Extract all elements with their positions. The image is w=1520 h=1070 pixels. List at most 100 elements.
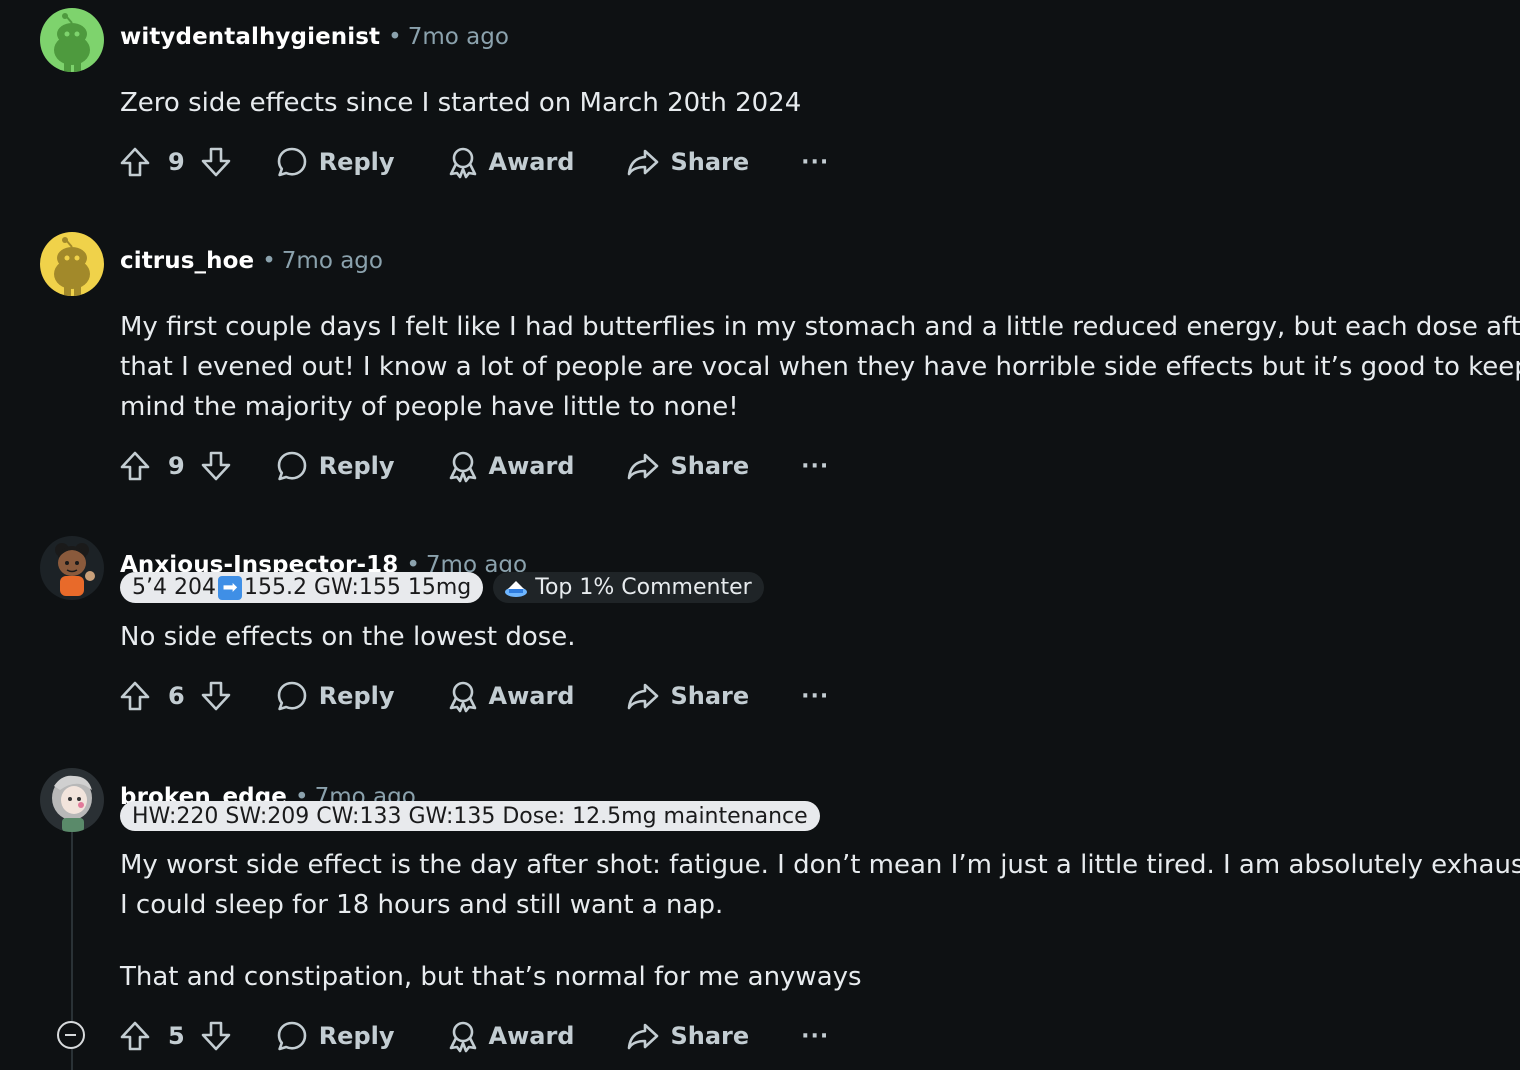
comment-body: My worst side effect is the day after sh… [120,845,1520,997]
username[interactable]: citrus_hoe [120,248,254,274]
more-options-button[interactable]: ··· [801,454,829,479]
snoo-avatar-icon [40,232,104,296]
comment-header: citrus_hoe • 7mo ago [120,246,383,276]
share-label: Share [670,148,750,176]
action-bar: 9 Reply Award Share ··· [118,446,829,486]
avatar[interactable] [40,536,104,600]
award-icon [449,451,476,483]
comment-body: Zero side effects since I started on Mar… [120,83,1490,123]
reply-button[interactable]: Reply [275,1019,395,1053]
comment-bubble-icon [277,681,307,711]
reply-button[interactable]: Reply [275,449,395,483]
comment-line: that I evened out! I know a lot of peopl… [120,352,1520,382]
comment-line: My worst side effect is the day after sh… [120,850,1520,880]
flair-row: HW:220 SW:209 CW:133 GW:135 Dose: 12.5mg… [120,801,820,831]
award-icon [449,681,476,713]
award-label: Award [488,682,575,710]
avatar[interactable] [40,8,104,72]
arrow-right-icon: ➡ [217,575,242,600]
avatar[interactable] [40,232,104,296]
award-button[interactable]: Award [447,449,575,483]
reply-label: Reply [318,148,395,176]
share-button[interactable]: Share [626,679,749,713]
vote-controls: 6 [118,679,233,713]
vote-count: 5 [168,1022,185,1050]
reply-label: Reply [318,452,395,480]
timestamp[interactable]: 7mo ago [408,24,509,50]
upvote-icon[interactable] [118,449,152,483]
separator-dot: • [388,24,402,50]
comment-line: That and constipation, but that’s normal… [120,962,862,992]
comment-line: I could sleep for 18 hours and still wan… [120,890,724,920]
share-button[interactable]: Share [626,449,749,483]
comment-line: My first couple days I felt like I had b… [120,312,1520,342]
comment-header: witydentalhygienist • 7mo ago [120,22,509,52]
flair-text: 5’4 204 [132,575,216,600]
share-icon [628,453,659,480]
comment-bubble-icon [277,1021,307,1051]
vote-count: 9 [168,148,185,176]
badge-label: Top 1% Commenter [535,575,752,600]
more-options-button[interactable]: ··· [801,150,829,175]
downvote-icon[interactable] [199,679,233,713]
action-bar: 9 Reply Award Share ··· [118,142,829,182]
upvote-icon[interactable] [118,145,152,179]
downvote-icon[interactable] [199,449,233,483]
comment-line: Zero side effects since I started on Mar… [120,88,802,118]
comment-bubble-icon [277,451,307,481]
share-label: Share [670,682,750,710]
award-button[interactable]: Award [447,679,575,713]
flair-text: 155.2 GW:155 15mg [243,575,472,600]
downvote-icon[interactable] [199,145,233,179]
comment-bubble-icon [277,147,307,177]
share-button[interactable]: Share [626,145,749,179]
vote-count: 9 [168,452,185,480]
more-options-button[interactable]: ··· [801,1024,829,1049]
share-label: Share [670,1022,750,1050]
top-commenter-icon [505,580,528,597]
timestamp[interactable]: 7mo ago [282,248,383,274]
custom-avatar-icon [40,768,104,832]
award-icon [449,147,476,179]
comment-body: No side effects on the lowest dose. [120,617,1490,657]
award-label: Award [488,1022,575,1050]
award-label: Award [488,452,575,480]
comment-body: My first couple days I felt like I had b… [120,307,1520,427]
snoo-avatar-icon [40,8,104,72]
comment-line: No side effects on the lowest dose. [120,622,576,652]
reply-label: Reply [318,682,395,710]
award-button[interactable]: Award [447,145,575,179]
custom-avatar-icon [40,536,104,600]
share-button[interactable]: Share [626,1019,749,1053]
action-bar: 5 Reply Award Share ··· [118,1016,829,1056]
user-flair: 5’4 204 ➡ 155.2 GW:155 15mg [120,572,484,603]
username[interactable]: witydentalhygienist [120,24,380,50]
comment-line: mind the majority of people have little … [120,392,739,422]
share-icon [628,149,659,176]
vote-controls: 5 [118,1019,233,1053]
downvote-icon[interactable] [199,1019,233,1053]
top-commenter-badge[interactable]: Top 1% Commenter [493,572,764,603]
award-icon [449,1021,476,1053]
user-flair: HW:220 SW:209 CW:133 GW:135 Dose: 12.5mg… [120,801,820,831]
reply-button[interactable]: Reply [275,679,395,713]
separator-dot: • [262,248,276,274]
avatar[interactable] [40,768,104,832]
share-icon [628,683,659,710]
upvote-icon[interactable] [118,679,152,713]
vote-controls: 9 [118,449,233,483]
share-label: Share [670,452,750,480]
award-button[interactable]: Award [447,1019,575,1053]
vote-count: 6 [168,682,185,710]
share-icon [628,1023,659,1050]
action-bar: 6 Reply Award Share ··· [118,676,829,716]
comment-thread: witydentalhygienist • 7mo ago Zero side ef… [0,0,1520,1070]
award-label: Award [488,148,575,176]
upvote-icon[interactable] [118,1019,152,1053]
reply-button[interactable]: Reply [275,145,395,179]
more-options-button[interactable]: ··· [801,684,829,709]
flair-row: 5’4 204 ➡ 155.2 GW:155 15mg Top 1% Comme… [120,572,764,603]
reply-label: Reply [318,1022,395,1050]
collapse-thread-button[interactable] [57,1021,85,1049]
vote-controls: 9 [118,145,233,179]
